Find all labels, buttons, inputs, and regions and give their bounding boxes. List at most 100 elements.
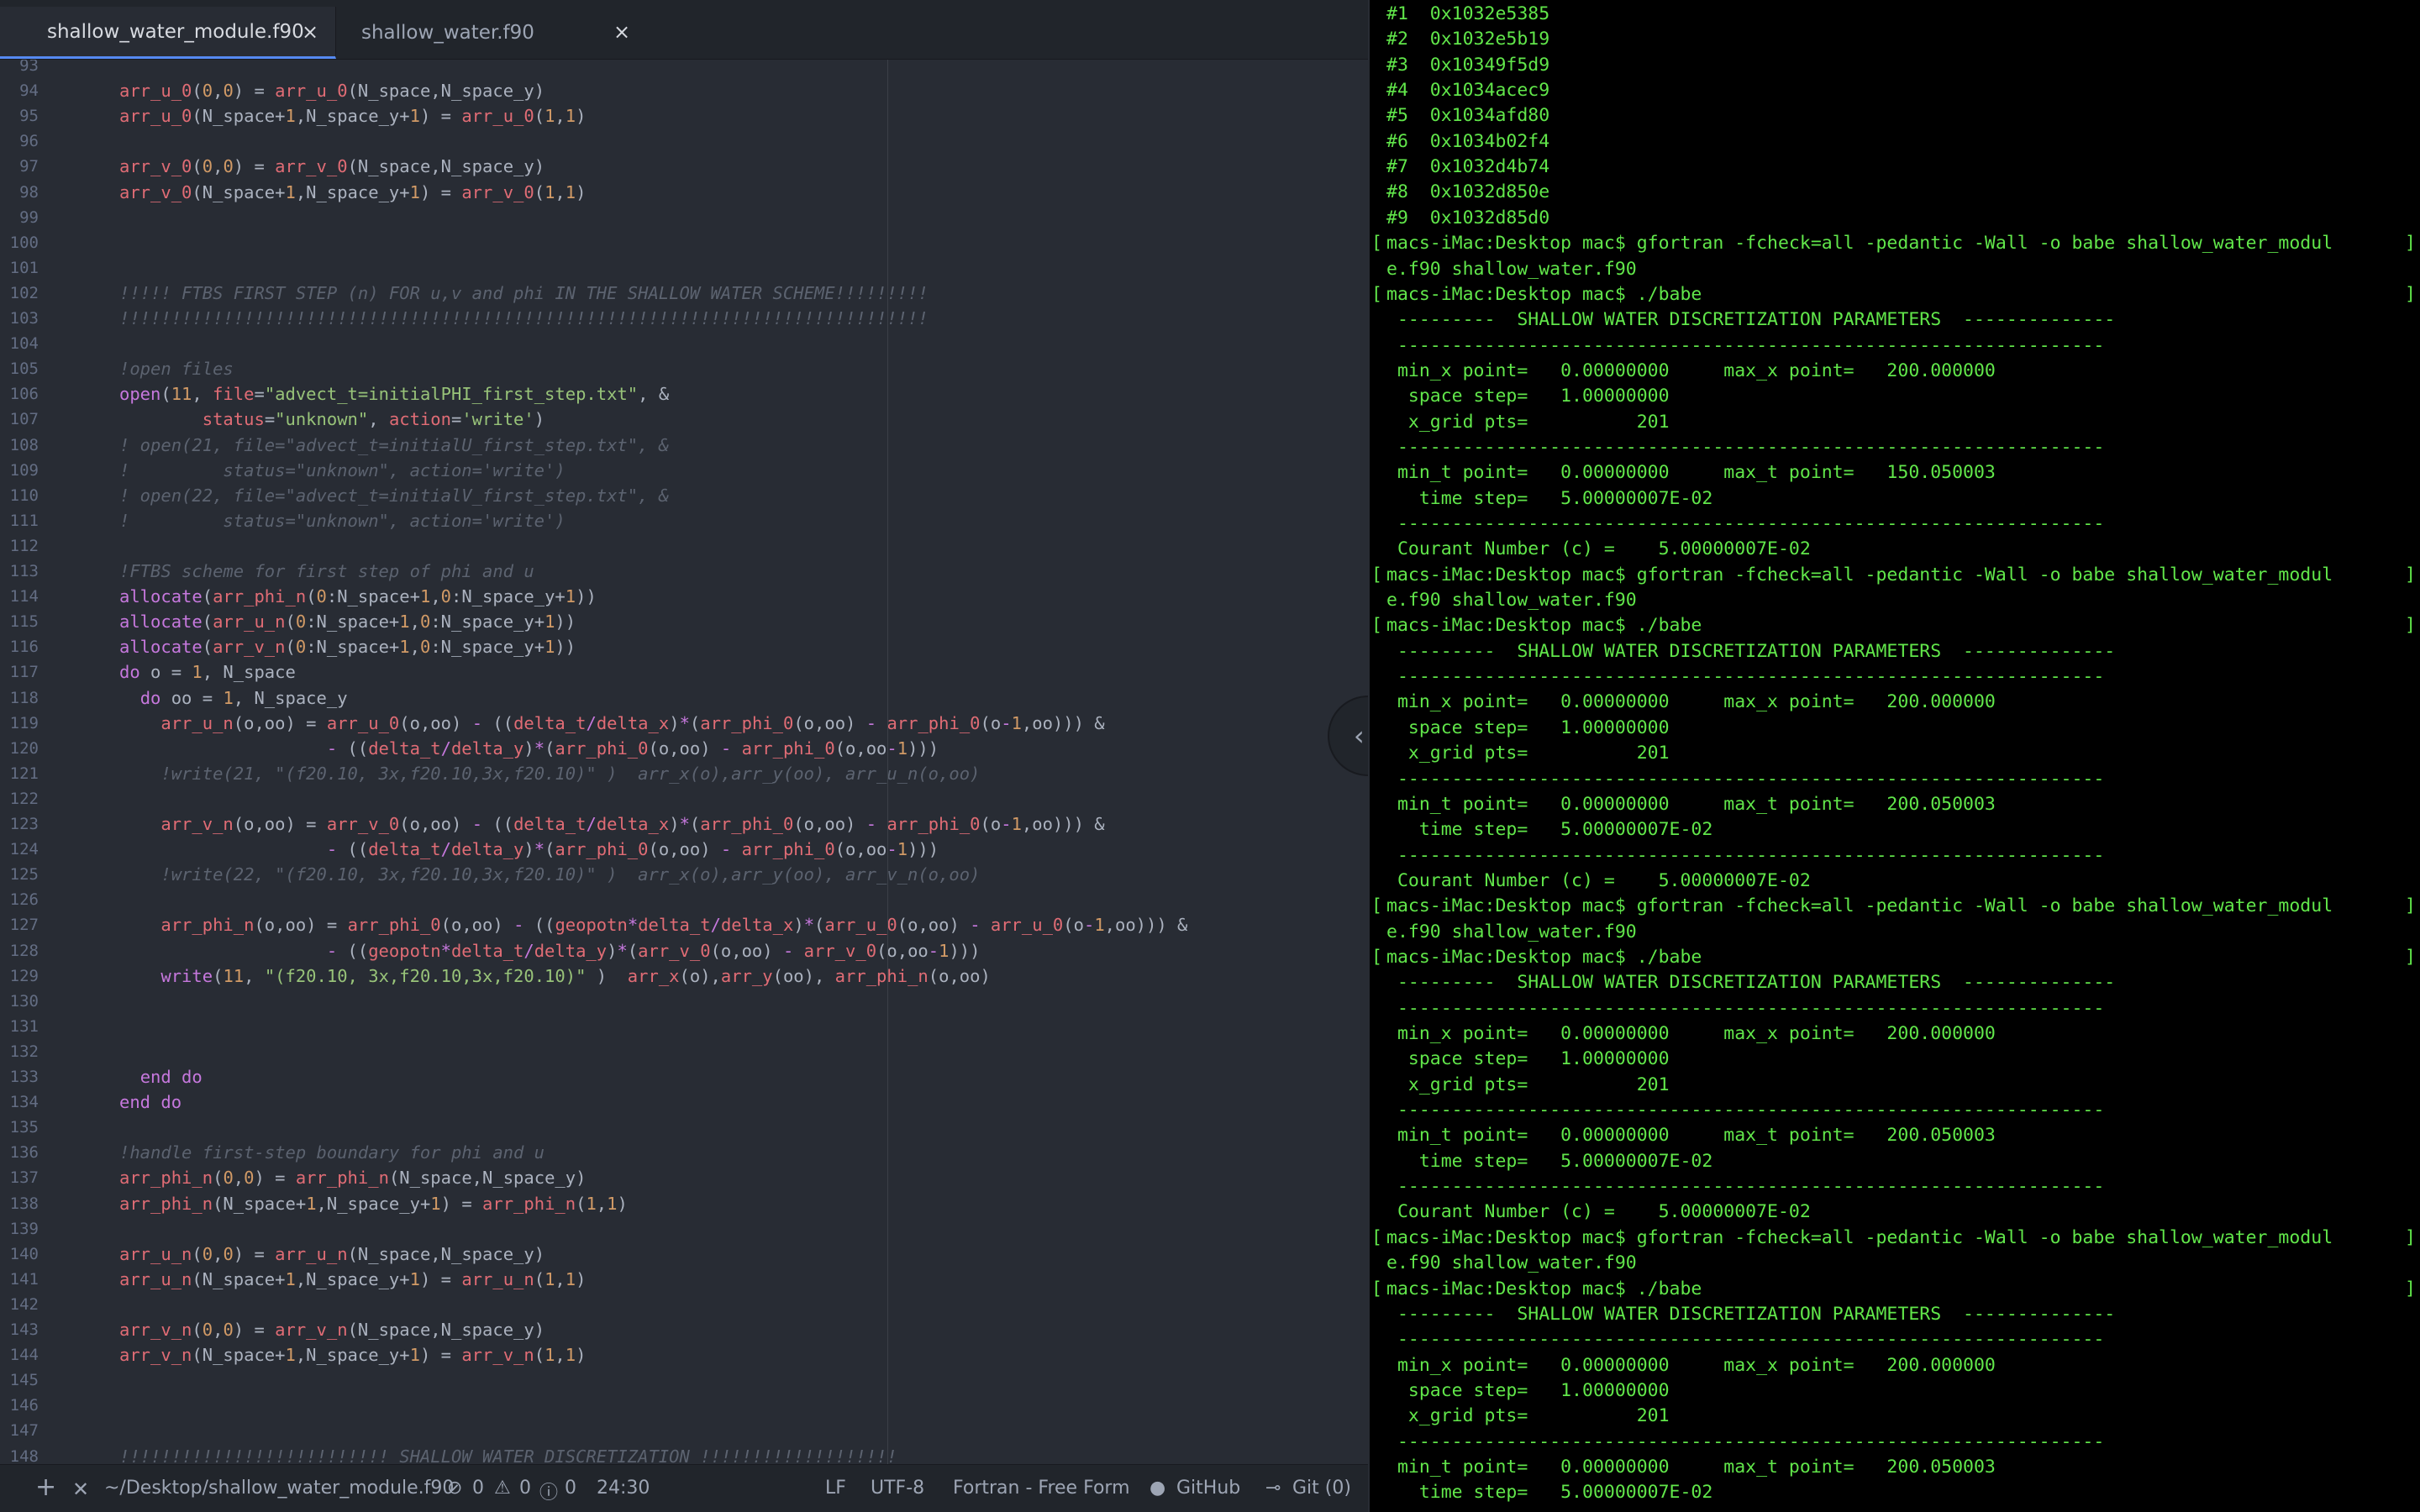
code-line[interactable]: 109 ! status="unknown", action='write'): [0, 458, 1368, 483]
code-line[interactable]: 132: [0, 1039, 1368, 1064]
tab-label: shallow_water.f90: [361, 22, 534, 44]
code-line[interactable]: 97 arr_v_0(0,0) = arr_v_0(N_space,N_space…: [0, 154, 1368, 179]
code-line[interactable]: 147: [0, 1418, 1368, 1443]
code-line[interactable]: 122: [0, 786, 1368, 811]
warning-triangle-icon[interactable]: ⚠: [494, 1478, 511, 1499]
code-line[interactable]: 95 arr_u_0(N_space+1,N_space_y+1) = arr_u…: [0, 103, 1368, 129]
code-line[interactable]: 146: [0, 1393, 1368, 1418]
code-line[interactable]: 120 - ((delta_t/delta_y)*(arr_phi_0(o,oo…: [0, 736, 1368, 761]
code-line[interactable]: 114 allocate(arr_phi_n(0:N_space+1,0:N_sp…: [0, 584, 1368, 609]
code-line[interactable]: 98 arr_v_0(N_space+1,N_space_y+1) = arr_v…: [0, 180, 1368, 205]
code-line[interactable]: 136 !handle first-step boundary for phi a…: [0, 1140, 1368, 1165]
code-line[interactable]: 137 arr_phi_n(0,0) = arr_phi_n(N_space,N_…: [0, 1165, 1368, 1190]
git-commit-icon[interactable]: ⊸: [1265, 1478, 1281, 1499]
code-line[interactable]: 113 !FTBS scheme for first step of phi an…: [0, 559, 1368, 584]
add-icon[interactable]: +: [35, 1473, 56, 1502]
code-editor[interactable]: shallow_water_module.f90 × shallow_water…: [0, 0, 1368, 1512]
code-text: arr_u_0(N_space+1,N_space_y+1) = arr_u_0…: [119, 106, 587, 127]
line-number: 115: [9, 612, 39, 632]
cursor-position[interactable]: 24:30: [597, 1478, 650, 1499]
code-line[interactable]: 112: [0, 533, 1368, 559]
code-line[interactable]: 127 arr_phi_n(o,oo) = arr_phi_0(o,oo) - …: [0, 912, 1368, 937]
prompt-bracket: [: [1371, 1226, 1382, 1248]
terminal-output-line: x_grid pts= 201: [1386, 411, 1670, 433]
line-ending[interactable]: LF: [825, 1478, 846, 1499]
code-line[interactable]: 107 status="unknown", action='write'): [0, 407, 1368, 432]
code-line[interactable]: 130: [0, 989, 1368, 1014]
code-line[interactable]: 139: [0, 1216, 1368, 1242]
code-line[interactable]: 99: [0, 205, 1368, 230]
code-line[interactable]: 123 arr_v_n(o,oo) = arr_v_0(o,oo) - ((de…: [0, 811, 1368, 837]
code-line[interactable]: 115 allocate(arr_u_n(0:N_space+1,0:N_spac…: [0, 609, 1368, 634]
line-number: 112: [9, 536, 39, 555]
code-line[interactable]: 129 write(11, "(f20.10, 3x,f20.10,3x,f20…: [0, 963, 1368, 989]
code-line[interactable]: 105 !open files: [0, 356, 1368, 381]
code-text: allocate(arr_phi_n(0:N_space+1,0:N_space…: [119, 586, 597, 607]
file-path[interactable]: ~/Desktop/shallow_water_module.f90: [104, 1478, 454, 1499]
error-circle-icon[interactable]: ⊘: [447, 1478, 462, 1499]
code-line[interactable]: 108 ! open(21, file="advect_t=initialU_fi…: [0, 433, 1368, 458]
code-line[interactable]: 100: [0, 230, 1368, 255]
code-line[interactable]: 141 arr_u_n(N_space+1,N_space_y+1) = arr_…: [0, 1267, 1368, 1292]
close-icon[interactable]: ×: [298, 20, 322, 44]
code-line[interactable]: 145: [0, 1368, 1368, 1393]
github-icon[interactable]: ●: [1150, 1478, 1165, 1499]
code-line[interactable]: 143 arr_v_n(0,0) = arr_v_n(N_space,N_spac…: [0, 1317, 1368, 1342]
code-line[interactable]: 124 - ((delta_t/delta_y)*(arr_phi_0(o,oo…: [0, 837, 1368, 862]
terminal-output-line: e.f90 shallow_water.f90: [1386, 921, 1637, 942]
github-button[interactable]: GitHub: [1176, 1478, 1240, 1499]
code-line[interactable]: 93: [0, 60, 1368, 78]
code-line[interactable]: 116 allocate(arr_v_n(0:N_space+1,0:N_spac…: [0, 634, 1368, 659]
line-number: 108: [9, 435, 39, 454]
code-area[interactable]: 93 94 arr_u_0(0,0) = arr_u_0(N_space,N_spa…: [0, 60, 1368, 1464]
prompt-bracket: [: [1371, 233, 1382, 255]
terminal-output-line: min_t point= 0.00000000 max_t point= 200…: [1386, 793, 1996, 815]
code-line[interactable]: 135: [0, 1115, 1368, 1140]
code-line[interactable]: 101: [0, 255, 1368, 281]
code-line[interactable]: 119 arr_u_n(o,oo) = arr_u_0(o,oo) - ((de…: [0, 711, 1368, 736]
code-line[interactable]: 102 !!!!! FTBS FIRST STEP (n) FOR u,v and…: [0, 281, 1368, 306]
terminal-output-line: x_grid pts= 201: [1386, 1074, 1670, 1095]
code-line[interactable]: 126: [0, 887, 1368, 912]
code-line[interactable]: 134 end do: [0, 1089, 1368, 1115]
code-line[interactable]: 117 do o = 1, N_space: [0, 659, 1368, 685]
code-line[interactable]: 148 !!!!!!!!!!!!!!!!!!!!!!!!!! SHALLOW WA…: [0, 1444, 1368, 1465]
code-line[interactable]: 121 !write(21, "(f20.10, 3x,f20.10,3x,f2…: [0, 761, 1368, 786]
grammar-selector[interactable]: Fortran - Free Form: [953, 1478, 1130, 1499]
code-line[interactable]: 111 ! status="unknown", action='write'): [0, 508, 1368, 533]
code-text: status="unknown", action='write'): [202, 409, 545, 430]
code-line[interactable]: 110 ! open(22, file="advect_t=initialV_fi…: [0, 483, 1368, 508]
code-line[interactable]: 104: [0, 331, 1368, 356]
code-text: do oo = 1, N_space_y: [139, 687, 348, 708]
prompt-bracket: ]: [2405, 946, 2416, 968]
terminal-output-line: ----------------------------------------…: [1386, 768, 2105, 790]
line-number: 118: [9, 688, 39, 707]
code-line[interactable]: 96: [0, 129, 1368, 154]
line-number: 135: [9, 1118, 39, 1137]
code-text: !handle first-step boundary for phi and …: [119, 1142, 545, 1163]
wrap-guide: [887, 60, 888, 1464]
code-text: arr_u_0(0,0) = arr_u_0(N_space,N_space_y…: [119, 81, 545, 102]
code-line[interactable]: 133 end do: [0, 1064, 1368, 1089]
code-line[interactable]: 138 arr_phi_n(N_space+1,N_space_y+1) = ar…: [0, 1191, 1368, 1216]
close-icon[interactable]: ×: [610, 20, 634, 44]
tab-shallow-water-module[interactable]: shallow_water_module.f90 ×: [0, 7, 336, 59]
code-line[interactable]: 142: [0, 1292, 1368, 1317]
tab-shallow-water[interactable]: shallow_water.f90 ×: [319, 7, 647, 59]
terminal-output-line: e.f90 shallow_water.f90: [1386, 1252, 1637, 1274]
code-line[interactable]: 106 open(11, file="advect_t=initialPHI_fi…: [0, 381, 1368, 407]
code-line[interactable]: 103!!!!!!!!!!!!!!!!!!!!!!!!!!!!!!!!!!!!!…: [0, 306, 1368, 331]
terminal-panel[interactable]: #1 0x1032e5385 #2 0x1032e5b19 #3 0x10349f5…: [1370, 0, 2420, 1512]
code-line[interactable]: 128 - ((geopotn*delta_t/delta_y)*(arr_v_…: [0, 938, 1368, 963]
close-icon[interactable]: ✕: [72, 1478, 89, 1501]
encoding[interactable]: UTF-8: [871, 1478, 924, 1499]
line-number: 140: [9, 1244, 39, 1263]
git-status[interactable]: Git (0): [1292, 1478, 1351, 1499]
code-line[interactable]: 118 do oo = 1, N_space_y: [0, 685, 1368, 711]
code-line[interactable]: 125 !write(22, "(f20.10, 3x,f20.10,3x,f2…: [0, 862, 1368, 887]
code-line[interactable]: 131: [0, 1014, 1368, 1039]
code-line[interactable]: 140 arr_u_n(0,0) = arr_u_n(N_space,N_spac…: [0, 1242, 1368, 1267]
info-circle-icon[interactable]: ⓘ: [539, 1478, 558, 1504]
code-line[interactable]: 144 arr_v_n(N_space+1,N_space_y+1) = arr_…: [0, 1342, 1368, 1368]
code-line[interactable]: 94 arr_u_0(0,0) = arr_u_0(N_space,N_space…: [0, 78, 1368, 103]
